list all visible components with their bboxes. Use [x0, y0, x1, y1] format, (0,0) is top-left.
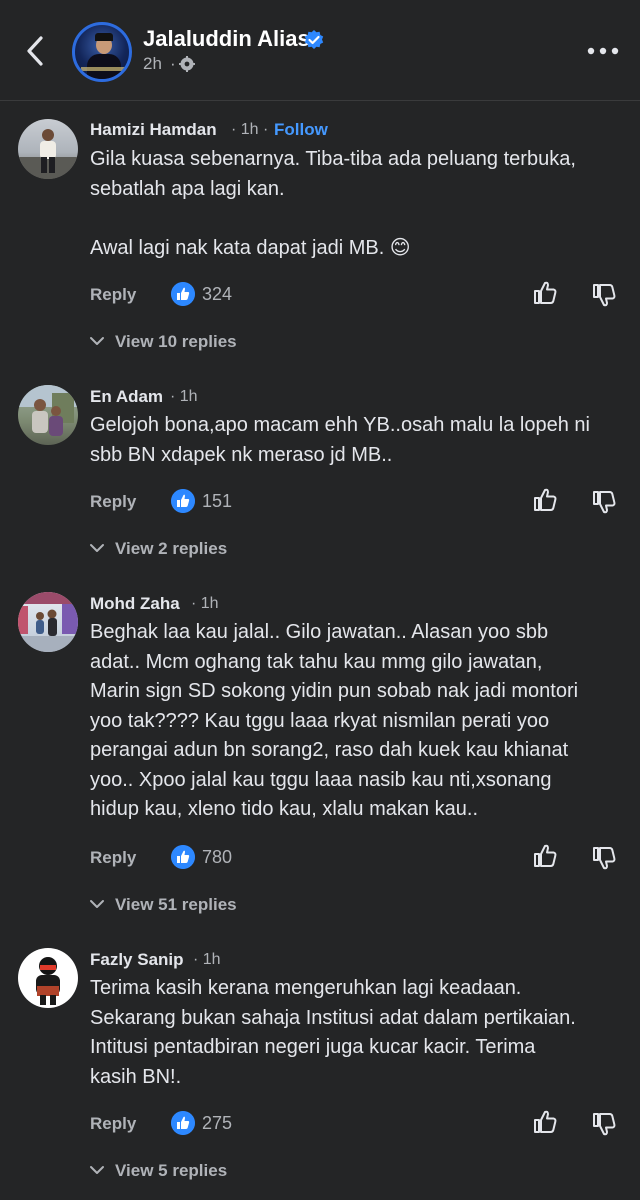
comment-time: · 1h — [170, 388, 198, 405]
view-replies-label: View 51 replies — [115, 895, 237, 914]
reply-button[interactable]: Reply — [90, 492, 136, 512]
page-avatar[interactable] — [72, 22, 132, 82]
like-badge-icon — [171, 1111, 195, 1135]
reply-button[interactable]: Reply — [90, 848, 136, 868]
comment-time: · 1h — [191, 595, 219, 612]
like-count: 780 — [202, 847, 233, 867]
thumbs-up-icon[interactable] — [532, 843, 558, 869]
avatar[interactable] — [18, 592, 78, 652]
more-dots-icon[interactable] — [586, 40, 620, 62]
like-count: 275 — [202, 1113, 233, 1133]
chevron-down-icon — [90, 900, 104, 908]
view-replies-button[interactable]: View 2 replies — [89, 539, 227, 559]
comment-time: · 1h — [193, 951, 221, 968]
like-count: 324 — [202, 284, 233, 304]
avatar[interactable] — [18, 948, 78, 1008]
thumbs-down-icon[interactable] — [591, 282, 617, 308]
view-replies-label: View 2 replies — [115, 539, 228, 558]
page-name[interactable]: Jalaluddin Alias — [143, 26, 310, 52]
avatar[interactable] — [18, 385, 78, 445]
reply-button[interactable]: Reply — [90, 285, 136, 305]
comment-text: Gelojoh bona,apo macam ehh YB..osah malu… — [90, 414, 590, 466]
view-replies-label: View 5 replies — [115, 1161, 228, 1180]
commenter-name[interactable]: Fazly Sanip — [90, 950, 184, 970]
verified-badge-icon — [304, 30, 324, 49]
comment-text: Terima kasih kerana mengeruhkan lagi kea… — [90, 977, 576, 1088]
comment-text: Gila kuasa sebenarnya. Tiba-tiba ada pel… — [90, 148, 576, 259]
chevron-down-icon — [90, 544, 104, 552]
avatar[interactable] — [18, 119, 78, 179]
globe-icon — [179, 56, 195, 72]
commenter-name[interactable]: En Adam — [90, 387, 163, 407]
post-time: 2h — [143, 54, 162, 73]
thumbs-down-icon[interactable] — [591, 489, 617, 515]
view-replies-label: View 10 replies — [115, 332, 237, 351]
commenter-name[interactable]: Hamizi Hamdan — [90, 120, 217, 140]
reply-button[interactable]: Reply — [90, 1114, 136, 1134]
comment-time: · 1h · — [231, 121, 269, 138]
view-replies-button[interactable]: View 10 replies — [89, 332, 237, 352]
like-badge-icon — [171, 282, 195, 306]
thumbs-up-icon[interactable] — [532, 487, 558, 513]
chevron-down-icon — [90, 337, 104, 345]
back-arrow-icon[interactable] — [20, 32, 50, 70]
view-replies-button[interactable]: View 51 replies — [89, 895, 237, 915]
chevron-down-icon — [90, 1166, 104, 1174]
follow-button[interactable]: Follow — [274, 120, 328, 140]
thumbs-up-icon[interactable] — [532, 1109, 558, 1135]
thumbs-up-icon[interactable] — [532, 280, 558, 306]
commenter-name[interactable]: Mohd Zaha — [90, 594, 180, 614]
view-replies-button[interactable]: View 5 replies — [89, 1161, 227, 1181]
thumbs-down-icon[interactable] — [591, 1111, 617, 1137]
like-count: 151 — [202, 491, 233, 511]
thumbs-down-icon[interactable] — [591, 845, 617, 871]
like-badge-icon — [171, 845, 195, 869]
post-header: Jalaluddin Alias 2h · — [0, 0, 640, 101]
comment-text: Beghak laa kau jalal.. Gilo jawatan.. Al… — [90, 621, 579, 820]
like-badge-icon — [171, 489, 195, 513]
separator-dot: · — [170, 54, 176, 73]
